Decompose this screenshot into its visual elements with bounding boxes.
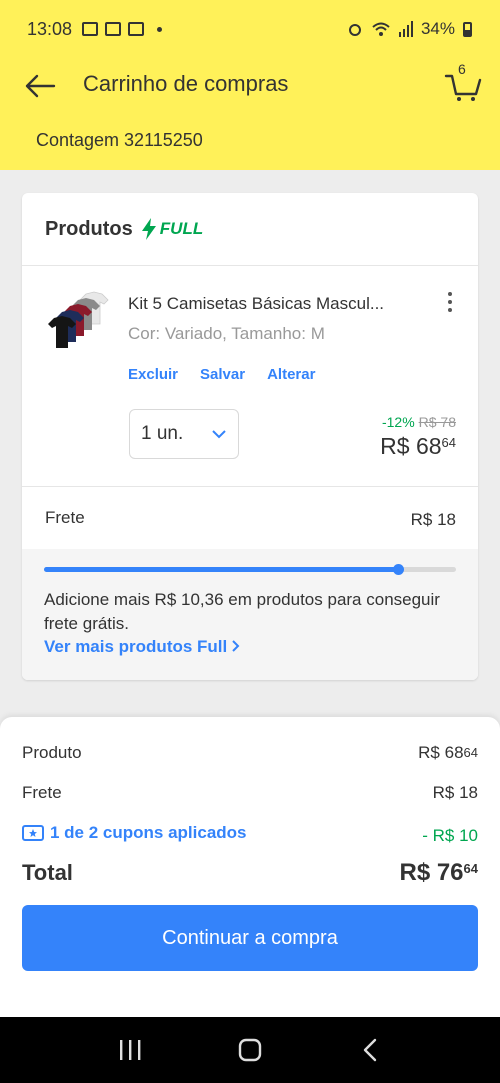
save-link[interactable]: Salvar: [200, 366, 245, 383]
more-vertical-icon: [448, 292, 452, 296]
summary-product-label: Produto: [22, 743, 82, 762]
see-more-full-link[interactable]: Ver mais produtos Full: [44, 637, 240, 657]
summary-shipping-label: Frete: [22, 783, 62, 802]
more-vertical-icon-dot: [448, 308, 452, 312]
battery-level: 34%: [420, 19, 455, 38]
old-price: R$ 78: [418, 414, 456, 430]
home-icon: [238, 1038, 262, 1062]
progress-knob: [393, 564, 405, 575]
see-more-full-label: Ver mais produtos Full: [44, 637, 228, 656]
summary-total-row: Total R$ 7664: [22, 859, 478, 887]
total-main: R$ 76: [399, 859, 464, 886]
home-button[interactable]: [230, 1030, 270, 1070]
recents-button[interactable]: [110, 1030, 150, 1070]
products-heading: Produtos: [45, 217, 133, 240]
quantity-select[interactable]: 1 un.: [129, 409, 239, 459]
back-nav-icon: [363, 1038, 377, 1062]
current-price-main: R$ 68: [380, 433, 442, 459]
full-badge-label: FULL: [159, 219, 204, 238]
back-arrow-icon: [25, 74, 56, 98]
gallery-icon: [82, 22, 99, 36]
more-vertical-icon-dot: [448, 300, 452, 304]
quantity-value: 1 un.: [141, 423, 184, 444]
discount-percent: -12%: [381, 414, 415, 430]
status-bar: 13:08 34%: [0, 0, 500, 58]
app-header: Carrinho de compras 6 Contagem 32115250: [0, 58, 500, 170]
coupon-value: - R$ 10: [422, 826, 478, 845]
coupon-link[interactable]: 1 de 2 cupons aplicados: [22, 823, 247, 843]
coupon-icon: [22, 825, 44, 841]
more-options-button[interactable]: [440, 290, 460, 314]
current-price-cents: 64: [441, 435, 456, 450]
product-thumbnail[interactable]: [44, 288, 114, 358]
item-actions: Excluir Salvar Alterar: [128, 366, 315, 383]
cart-item: Kit 5 Camisetas Básicas Mascul... Cor: V…: [22, 266, 478, 487]
free-shipping-progress: [44, 564, 456, 575]
status-time: 13:08: [27, 18, 73, 39]
back-button[interactable]: [22, 68, 58, 104]
summary-shipping-value: R$ 18: [432, 783, 478, 802]
free-shipping-message: Adicione mais R$ 10,36 em produtos para …: [44, 590, 440, 633]
alarm-icon: [348, 24, 361, 36]
page-title: Carrinho de compras: [83, 71, 289, 96]
current-price: R$ 6864: [380, 433, 456, 460]
shipping-value: R$ 18: [410, 510, 456, 529]
lightning-icon: [141, 218, 156, 240]
summary-product-cents: 64: [463, 745, 478, 760]
back-nav-button[interactable]: [350, 1030, 390, 1070]
shipping-label: Frete: [45, 508, 85, 527]
delete-link[interactable]: Excluir: [128, 366, 178, 383]
product-variant: Cor: Variado, Tamanho: M: [128, 324, 325, 343]
notification-icons: [82, 22, 163, 36]
summary-coupon-row: 1 de 2 cupons aplicados - R$ 10: [22, 823, 478, 846]
full-badge: FULL: [141, 218, 203, 240]
delivery-location[interactable]: Contagem 32115250: [36, 130, 203, 151]
battery-icon: [463, 21, 472, 37]
products-card: Produtos FULL Kit 5 Camisetas Básicas Ma…: [22, 193, 478, 680]
summary-product-value: R$ 6864: [418, 743, 478, 763]
change-link[interactable]: Alterar: [267, 366, 315, 383]
item-price: -12% R$ 78 R$ 6864: [380, 414, 456, 460]
recents-icon: [120, 1040, 141, 1060]
summary-shipping-row: Frete R$ 18: [22, 783, 478, 803]
system-nav-bar: [0, 1017, 500, 1083]
product-name[interactable]: Kit 5 Camisetas Básicas Mascul...: [128, 294, 418, 314]
free-shipping-box: Adicione mais R$ 10,36 em produtos para …: [22, 549, 478, 680]
total-value: R$ 7664: [399, 859, 478, 887]
summary-product-row: Produto R$ 6864: [22, 743, 478, 763]
cart-count-badge: 6: [458, 61, 466, 77]
coupon-label: 1 de 2 cupons aplicados: [50, 823, 247, 842]
wifi-icon: [372, 22, 390, 36]
total-cents: 64: [463, 861, 478, 876]
products-card-header: Produtos FULL: [22, 193, 478, 266]
discount-line: -12% R$ 78: [380, 414, 456, 430]
system-icons: 34%: [347, 19, 472, 39]
more-notifications-icon: [157, 26, 163, 32]
continue-purchase-button[interactable]: Continuar a compra: [22, 905, 478, 971]
order-summary: Produto R$ 6864 Frete R$ 18 1 de 2 cupon…: [0, 717, 500, 1017]
total-label: Total: [22, 860, 73, 885]
twitch-icon: [105, 22, 122, 36]
shipping-row: Frete R$ 18: [22, 487, 478, 548]
chevron-right-icon: [232, 640, 240, 652]
progress-fill: [44, 567, 399, 572]
screen-icon: [128, 22, 145, 36]
signal-icon: [398, 21, 413, 37]
chevron-down-icon: [212, 429, 226, 438]
summary-product-main: R$ 68: [418, 743, 464, 762]
